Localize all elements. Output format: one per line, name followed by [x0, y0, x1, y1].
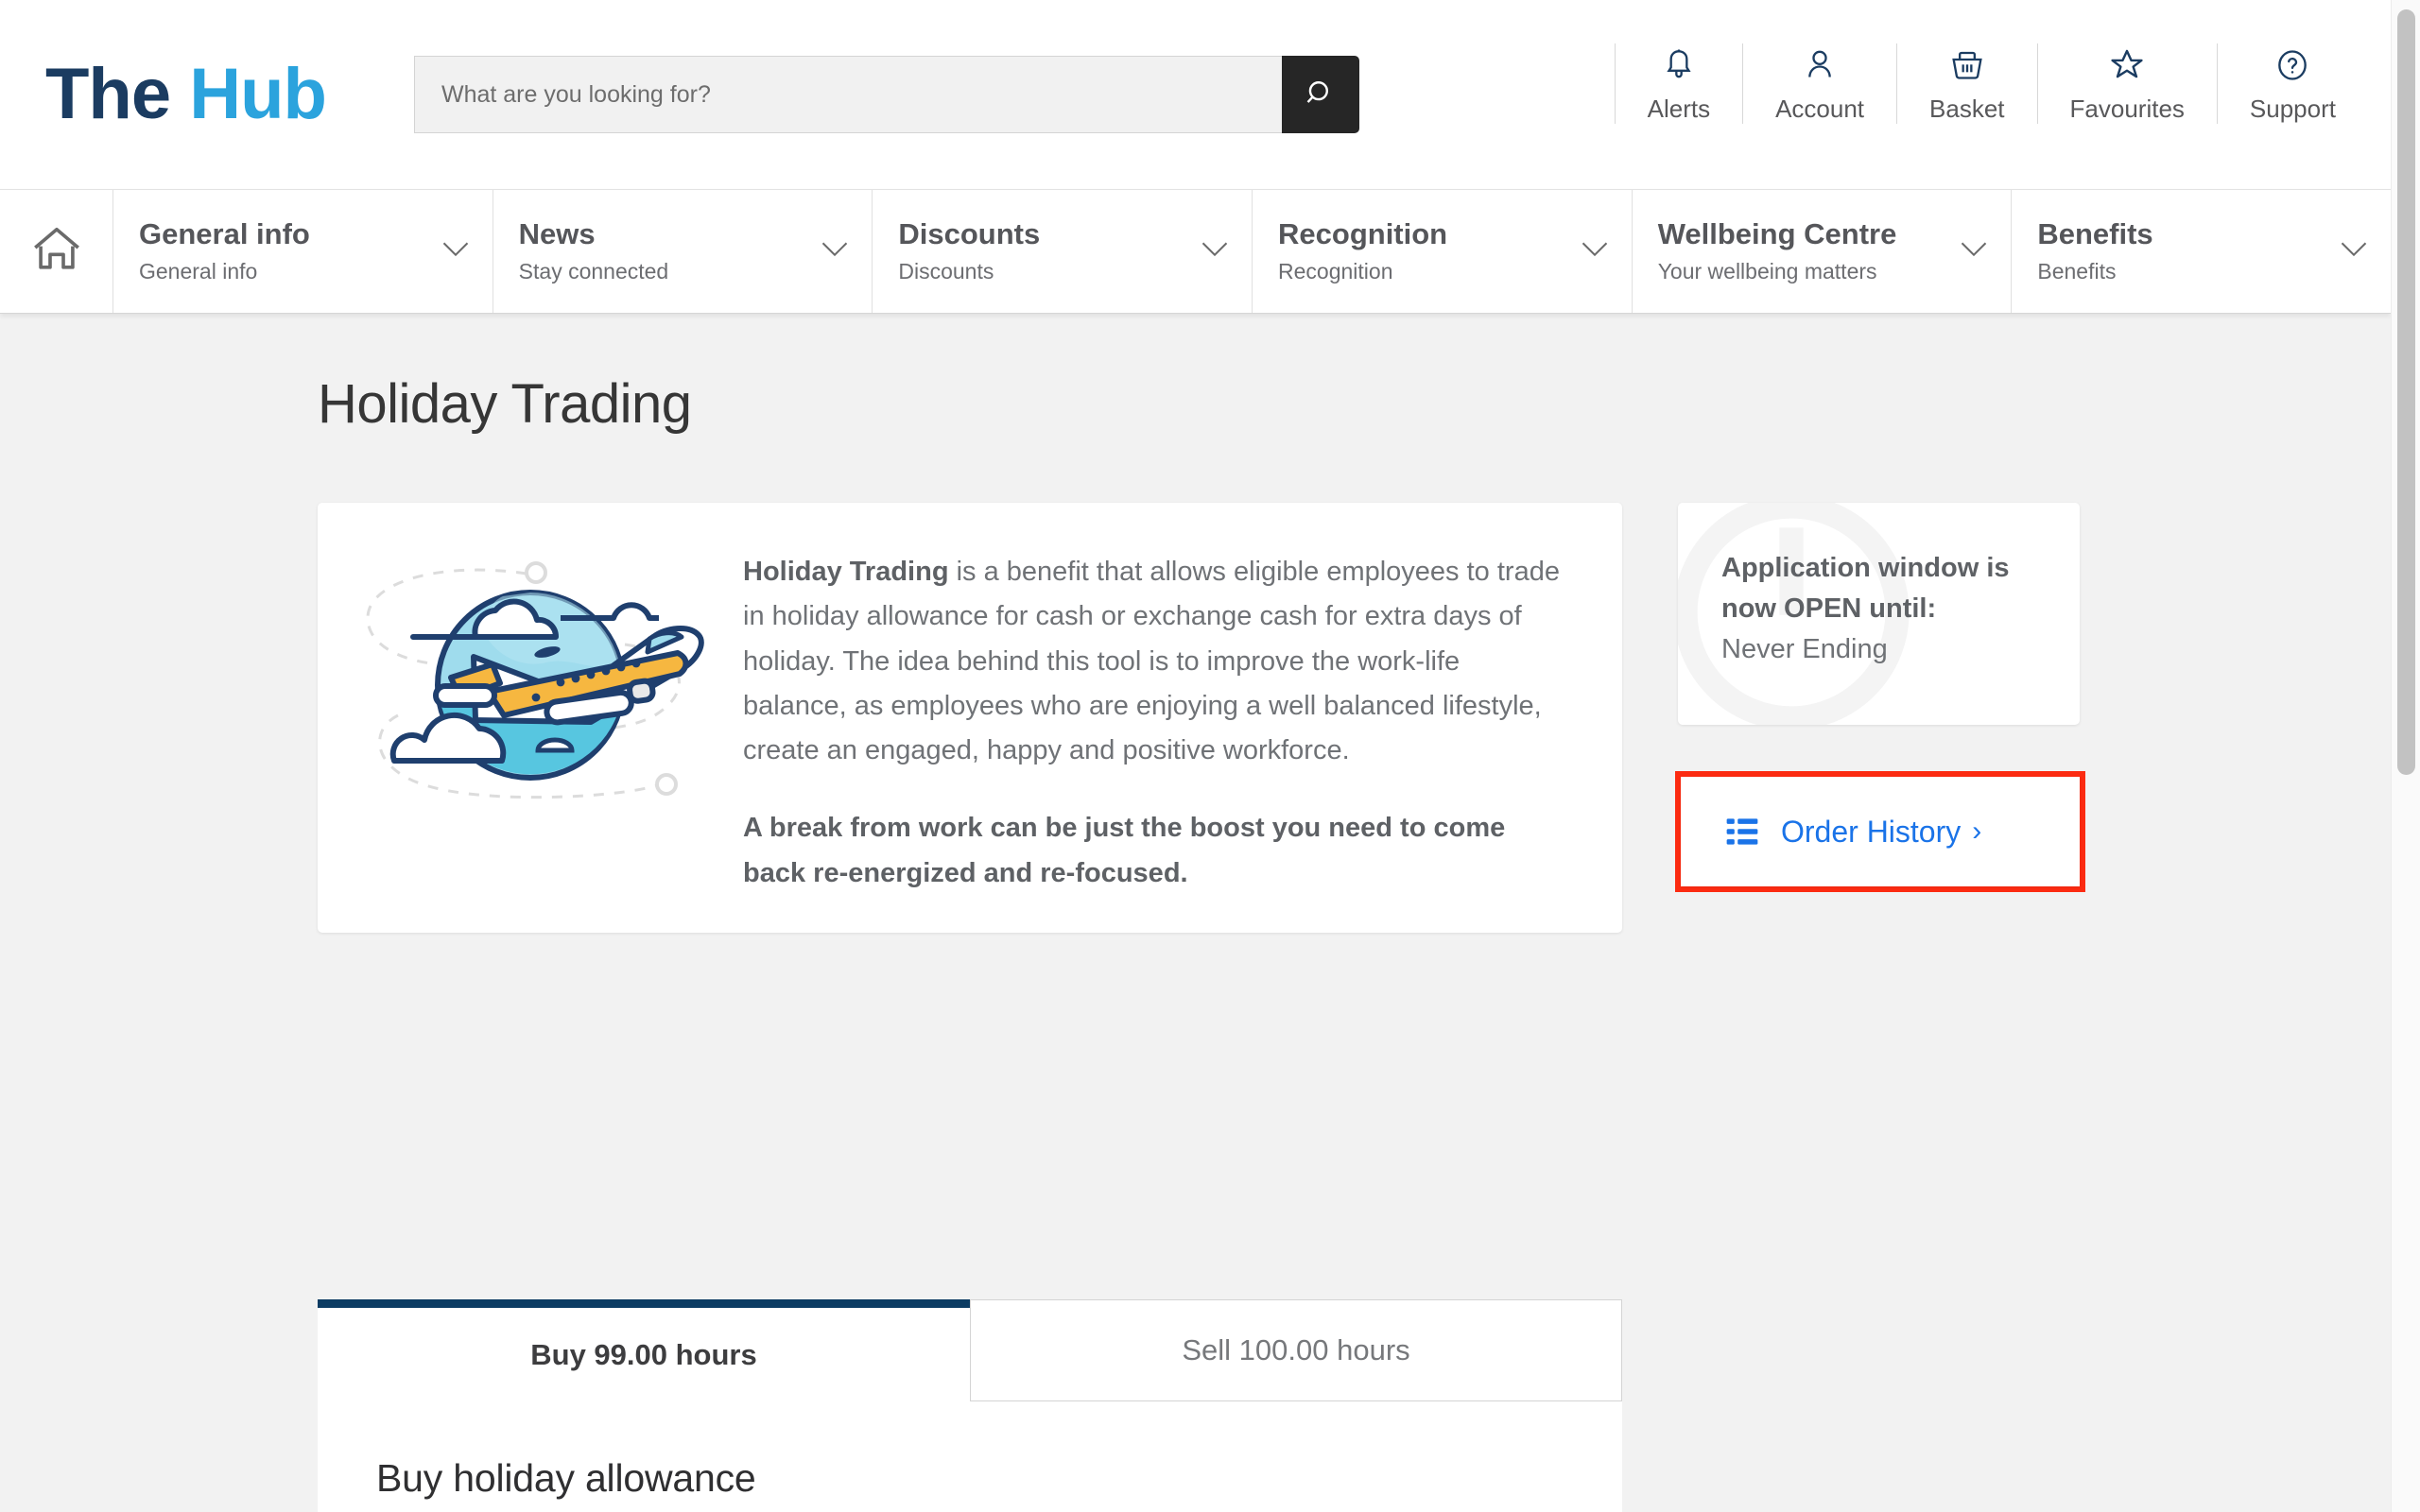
application-window-line1: Application window is	[1721, 553, 2010, 583]
header-action-label: Account	[1775, 94, 1865, 123]
header-action-label: Alerts	[1647, 94, 1711, 123]
chevron-down-icon	[1581, 240, 1609, 263]
header-action-label: Favourites	[2069, 94, 2185, 123]
page-scrollbar[interactable]	[2391, 0, 2420, 1512]
chevron-down-icon	[1960, 240, 1988, 263]
page-scrollbar-thumb[interactable]	[2397, 9, 2415, 775]
site-logo[interactable]: The Hub	[45, 59, 327, 130]
nav-item-title: News	[518, 217, 596, 251]
chevron-down-icon	[1201, 240, 1229, 263]
nav-item-subtitle: Your wellbeing matters	[1657, 258, 1877, 284]
person-icon	[1801, 43, 1839, 87]
header-action-label: Basket	[1929, 94, 2005, 123]
nav-item-subtitle: Recognition	[1278, 258, 1393, 284]
question-circle-icon	[2273, 43, 2311, 87]
order-history-highlight: Order History ›	[1675, 771, 2085, 892]
application-window-text: Application window is now OPEN until: Ne…	[1678, 503, 2080, 670]
header-action-basket[interactable]: Basket	[1897, 43, 2038, 124]
search-icon	[1305, 77, 1337, 112]
order-history-label: Order History	[1781, 814, 1962, 849]
application-window-card: Application window is now OPEN until: Ne…	[1678, 503, 2080, 725]
page-title: Holiday Trading	[318, 373, 692, 435]
list-icon	[1726, 817, 1758, 846]
chevron-down-icon	[441, 240, 470, 263]
bell-icon	[1660, 43, 1698, 87]
header-action-alerts[interactable]: Alerts	[1614, 43, 1744, 124]
nav-item-title: Wellbeing Centre	[1657, 217, 1897, 251]
nav-home-button[interactable]	[0, 190, 113, 313]
intro-paragraph-2: A break from work can be just the boost …	[743, 813, 1506, 888]
nav-item-discounts[interactable]: Discounts Discounts	[873, 190, 1253, 313]
nav-item-subtitle: Discounts	[898, 258, 994, 284]
nav-item-title: Discounts	[898, 217, 1041, 251]
intro-paragraph-1-rest: is a benefit that allows eligible employ…	[743, 557, 1560, 766]
intro-text: Holiday Trading is a benefit that allows…	[743, 503, 1622, 896]
header-action-favourites[interactable]: Favourites	[2038, 43, 2218, 124]
nav-item-wellbeing-centre[interactable]: Wellbeing Centre Your wellbeing matters	[1633, 190, 2013, 313]
header-action-label: Support	[2249, 94, 2336, 123]
tab-buy-label: Buy 99.00 hours	[530, 1337, 757, 1371]
holiday-trading-intro-card: Holiday Trading is a benefit that allows…	[318, 503, 1622, 933]
trade-tabs: Buy 99.00 hours Sell 100.00 hours	[318, 1299, 1622, 1401]
app-page: The Hub Alerts	[0, 0, 2420, 1512]
basket-icon	[1948, 43, 1986, 87]
nav-item-title: General info	[139, 217, 310, 251]
header-action-account[interactable]: Account	[1743, 43, 1898, 124]
main-navigation: General info General info News Stay conn…	[0, 189, 2391, 314]
chevron-down-icon	[2340, 240, 2368, 263]
nav-item-recognition[interactable]: Recognition Recognition	[1253, 190, 1633, 313]
search-button[interactable]	[1281, 56, 1359, 133]
logo-text-hub: Hub	[189, 54, 327, 134]
star-icon	[2107, 43, 2147, 87]
nav-item-news[interactable]: News Stay connected	[493, 190, 873, 313]
nav-item-title: Benefits	[2037, 217, 2153, 251]
page-content: Holiday Trading Holiday Trading is a ben…	[0, 314, 2391, 1512]
search-bar	[413, 56, 1359, 133]
intro-paragraph-1: Holiday Trading is a benefit that allows…	[743, 550, 1570, 773]
holiday-trade-panel: Buy 99.00 hours Sell 100.00 hours Buy ho…	[318, 1299, 1622, 1512]
chevron-down-icon	[821, 240, 849, 263]
intro-lead-bold: Holiday Trading	[743, 557, 949, 587]
trade-tab-body: Buy holiday allowance Please use the sli…	[318, 1401, 1622, 1512]
tab-sell-label: Sell 100.00 hours	[1182, 1333, 1410, 1366]
nav-item-subtitle: Benefits	[2037, 258, 2117, 284]
chevron-right-icon: ›	[1972, 816, 1982, 847]
tab-buy[interactable]: Buy 99.00 hours	[318, 1299, 970, 1401]
header-action-support[interactable]: Support	[2218, 43, 2345, 124]
nav-item-benefits[interactable]: Benefits Benefits	[2012, 190, 2391, 313]
home-icon	[29, 222, 84, 282]
tab-sell[interactable]: Sell 100.00 hours	[970, 1299, 1622, 1401]
airplane-globe-illustration	[318, 503, 743, 815]
order-history-link[interactable]: Order History ›	[1681, 777, 2080, 886]
logo-text-the: The	[45, 54, 171, 134]
nav-item-subtitle: General info	[139, 258, 258, 284]
site-header: The Hub Alerts	[0, 0, 2391, 189]
header-actions: Alerts Account Basket Favourites Support	[1614, 43, 2345, 124]
nav-item-title: Recognition	[1278, 217, 1448, 251]
application-window-line2: now OPEN until:	[1721, 593, 1937, 624]
nav-item-general-info[interactable]: General info General info	[113, 190, 493, 313]
application-window-value: Never Ending	[1721, 633, 1888, 664]
nav-item-subtitle: Stay connected	[518, 258, 669, 284]
trade-heading: Buy holiday allowance	[376, 1456, 756, 1500]
search-input[interactable]	[413, 56, 1282, 133]
